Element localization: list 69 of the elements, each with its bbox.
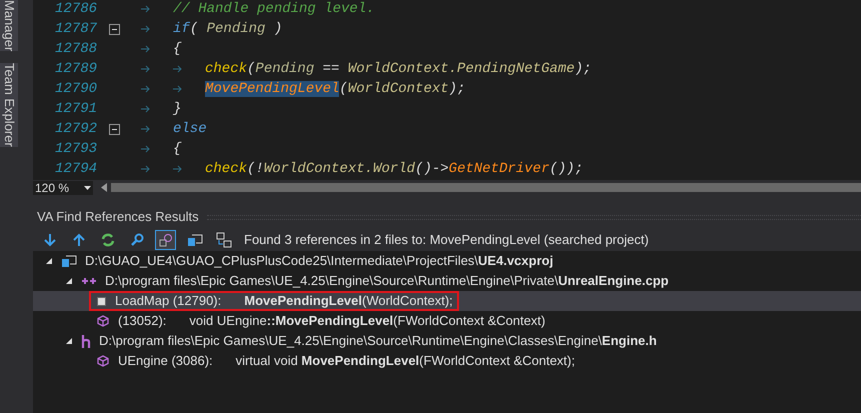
reference-row[interactable]: (13052): void UEngine::MovePendingLevel(FWorldContext &Context) xyxy=(33,311,861,331)
line-number: 12789 xyxy=(54,60,98,78)
line-number: 12790 xyxy=(54,80,98,98)
code-line: check(!WorldContext.World()->GetNetDriver()); xyxy=(205,160,584,178)
tab-marker-icon xyxy=(141,45,151,53)
panel-title: VA Find References Results xyxy=(37,208,199,226)
caret-icon xyxy=(84,186,91,190)
line-number: 12788 xyxy=(54,40,98,58)
reference-location: LoadMap (12790): xyxy=(115,292,222,310)
reference-location: UEngine (3086): xyxy=(118,352,213,370)
tab-marker-icon xyxy=(173,85,183,93)
tab-marker-icon xyxy=(141,145,151,153)
file-path: D:\GUAO_UE4\GUAO_CPlusPlusCode25\Intermediate\ProjectFiles\UE4.vcxproj xyxy=(85,252,554,270)
reference-code: virtual void MovePendingLevel(FWorldContext &Context); xyxy=(234,352,575,370)
cube-icon xyxy=(97,315,109,327)
tab-marker-icon xyxy=(141,25,151,33)
expand-arrow-icon[interactable] xyxy=(45,257,53,265)
file-path: D:\program files\Epic Games\UE_4.25\Engine\Source\Runtime\Engine\Classes\Engine\Engine.h xyxy=(99,332,657,350)
reference-row[interactable]: UEngine (3086): virtual void MovePendingLevel(FWorldContext &Context); xyxy=(33,351,861,371)
results-summary: Found 3 references in 2 files to: MovePendingLevel (searched project) xyxy=(244,231,649,250)
toolbar-button[interactable] xyxy=(155,230,176,250)
tab-marker-icon xyxy=(141,125,151,133)
zoom-dropdown[interactable]: 120 % xyxy=(33,180,93,194)
project-icon xyxy=(61,255,77,267)
code-line: // Handle pending level. xyxy=(173,0,375,18)
code-line: { xyxy=(173,40,182,58)
project-icon xyxy=(186,233,202,247)
line-number: 12787 xyxy=(54,20,98,38)
code-line: { xyxy=(173,140,182,158)
line-number: 12792 xyxy=(54,120,98,138)
reference-code: void UEngine::MovePendingLevel(FWorldContext &Context) xyxy=(188,312,546,330)
tab-marker-icon xyxy=(173,165,183,173)
cpp-file-icon xyxy=(81,276,97,286)
line-number: 12793 xyxy=(54,140,98,158)
side-tab[interactable]: Team Explorer xyxy=(0,63,18,148)
reference-code: MovePendingLevel(WorldContext); xyxy=(243,292,453,310)
file-path: D:\program files\Epic Games\UE_4.25\Engine\Source\Runtime\Engine\Private\UnrealEngine.cpp xyxy=(105,272,669,290)
scroll-left-icon[interactable] xyxy=(101,183,107,192)
code-line: MovePendingLevel(WorldContext); xyxy=(205,80,466,98)
expand-arrow-icon[interactable] xyxy=(65,277,73,285)
code-line: check(Pending == WorldContext.PendingNetGame); xyxy=(205,60,592,78)
swap-icon xyxy=(216,232,232,248)
search-icon xyxy=(130,233,144,247)
side-tab[interactable]: Manager xyxy=(0,0,18,52)
collapse-icon[interactable] xyxy=(108,24,120,34)
tab-marker-icon xyxy=(141,65,151,73)
arrow-down-icon xyxy=(44,233,56,247)
expand-arrow-icon[interactable] xyxy=(65,337,73,345)
tab-marker-icon xyxy=(141,5,151,13)
tab-marker-icon xyxy=(141,105,151,113)
tab-marker-icon xyxy=(173,65,183,73)
code-line: else xyxy=(173,120,207,138)
header-file-icon xyxy=(81,334,91,348)
tab-marker-icon xyxy=(141,85,151,93)
reference-location: (13052): xyxy=(118,312,166,330)
tab-marker-icon xyxy=(141,165,151,173)
refresh-icon xyxy=(100,233,114,247)
code-line: } xyxy=(173,100,182,118)
filter-icon xyxy=(158,233,172,247)
arrow-up-icon xyxy=(72,233,84,247)
cube-icon xyxy=(97,355,109,367)
line-number: 12786 xyxy=(54,0,98,18)
square-icon xyxy=(97,296,106,306)
reference-row[interactable]: LoadMap (12790): MovePendingLevel(WorldContext); xyxy=(33,291,861,311)
code-line: if( Pending ) xyxy=(173,20,282,38)
line-number: 12794 xyxy=(54,160,98,178)
collapse-icon[interactable] xyxy=(108,124,120,134)
horizontal-scrollbar[interactable] xyxy=(111,183,861,192)
line-number: 12791 xyxy=(54,100,98,118)
